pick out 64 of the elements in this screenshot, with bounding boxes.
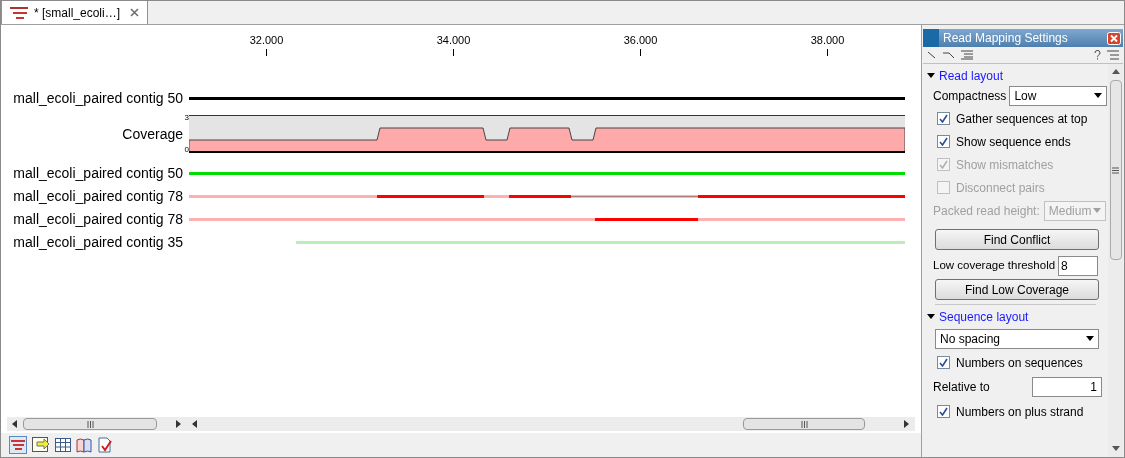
checkbox-label: Gather sequences at top bbox=[956, 110, 1088, 128]
relative-field[interactable]: 1 bbox=[1032, 377, 1102, 397]
document-check-icon[interactable] bbox=[97, 437, 113, 453]
ruler-tick bbox=[266, 49, 267, 56]
checkbox[interactable] bbox=[937, 112, 950, 125]
field-label: Low coverage threshold bbox=[933, 258, 1056, 274]
caret-icon[interactable] bbox=[1086, 335, 1094, 343]
field-label: Relative to bbox=[933, 379, 990, 396]
section-header[interactable]: Read layout bbox=[923, 67, 1108, 85]
action-button[interactable]: Find Low Coverage bbox=[935, 279, 1099, 300]
table-icon[interactable] bbox=[55, 438, 71, 452]
checkbox[interactable] bbox=[937, 405, 950, 418]
checkbox[interactable] bbox=[937, 135, 950, 148]
help-icon[interactable] bbox=[1094, 50, 1101, 60]
dropdown[interactable]: Low bbox=[1009, 86, 1108, 106]
dropdown[interactable]: No spacing bbox=[935, 329, 1099, 349]
track-label: mall_ecoli_paired contig 78 bbox=[12, 187, 183, 206]
book-icon[interactable] bbox=[76, 437, 92, 453]
checkbox-label: Show sequence ends bbox=[956, 133, 1071, 151]
axis-label: 0 bbox=[184, 146, 189, 154]
ruler-label: 34.000 bbox=[436, 35, 471, 46]
checkbox[interactable] bbox=[937, 356, 950, 369]
vertical-scrollbar[interactable] bbox=[1108, 64, 1123, 457]
ruler-tick bbox=[640, 49, 641, 56]
panel-title: Read Mapping Settings bbox=[943, 30, 1069, 47]
grip-icon bbox=[1112, 166, 1119, 174]
ruler-label: 36.000 bbox=[623, 35, 658, 46]
checkbox-label: Numbers on sequences bbox=[956, 354, 1083, 372]
ruler-label: 38.000 bbox=[810, 35, 845, 46]
horizontal-scrollbar[interactable] bbox=[187, 417, 915, 431]
scroll-right-icon[interactable] bbox=[903, 420, 911, 428]
checkbox-label: Disconnect pairs bbox=[956, 179, 1045, 197]
panel-icon bbox=[923, 29, 939, 47]
checkbox-label: Show mismatches bbox=[956, 156, 1054, 174]
editor-tab[interactable]: * [small_ecoli…] bbox=[1, 1, 149, 24]
ruler-label: 32.000 bbox=[249, 35, 284, 46]
checkbox-label: Numbers on plus strand bbox=[956, 403, 1084, 421]
field-label: Compactness bbox=[933, 88, 1007, 105]
scroll-right-icon[interactable] bbox=[175, 420, 183, 428]
scroll-down-icon[interactable] bbox=[1111, 445, 1120, 453]
action-button[interactable]: Find Conflict bbox=[935, 229, 1099, 250]
track-label: mall_ecoli_paired contig 35 bbox=[12, 233, 183, 252]
read-mapping-icon[interactable] bbox=[9, 436, 27, 454]
read-mapping-icon bbox=[10, 6, 28, 19]
caret-icon[interactable] bbox=[1094, 92, 1103, 100]
track-label: mall_ecoli_paired contig 50 bbox=[12, 164, 183, 183]
expand-icon[interactable] bbox=[927, 313, 935, 321]
close-icon[interactable] bbox=[130, 8, 140, 17]
expand-icon[interactable] bbox=[927, 72, 935, 80]
section-header[interactable]: Sequence layout bbox=[923, 307, 1108, 327]
track-label: mall_ecoli_paired contig 78 bbox=[12, 210, 183, 229]
horizontal-scrollbar[interactable] bbox=[7, 417, 187, 431]
grip-icon bbox=[86, 420, 94, 428]
ruler-tick bbox=[827, 49, 828, 56]
scroll-left-icon[interactable] bbox=[11, 420, 19, 428]
threshold-field[interactable]: 8 bbox=[1058, 256, 1099, 276]
ruler-tick bbox=[453, 49, 454, 56]
scroll-left-icon[interactable] bbox=[191, 420, 199, 428]
grip-icon bbox=[800, 420, 808, 428]
track-label: mall_ecoli_paired contig 50 bbox=[12, 89, 183, 108]
track-label: Coverage bbox=[121, 124, 183, 144]
field-label: Packed read height: bbox=[933, 203, 1040, 220]
axis-label: 3 bbox=[184, 114, 189, 122]
scroll-up-icon[interactable] bbox=[1111, 68, 1120, 76]
